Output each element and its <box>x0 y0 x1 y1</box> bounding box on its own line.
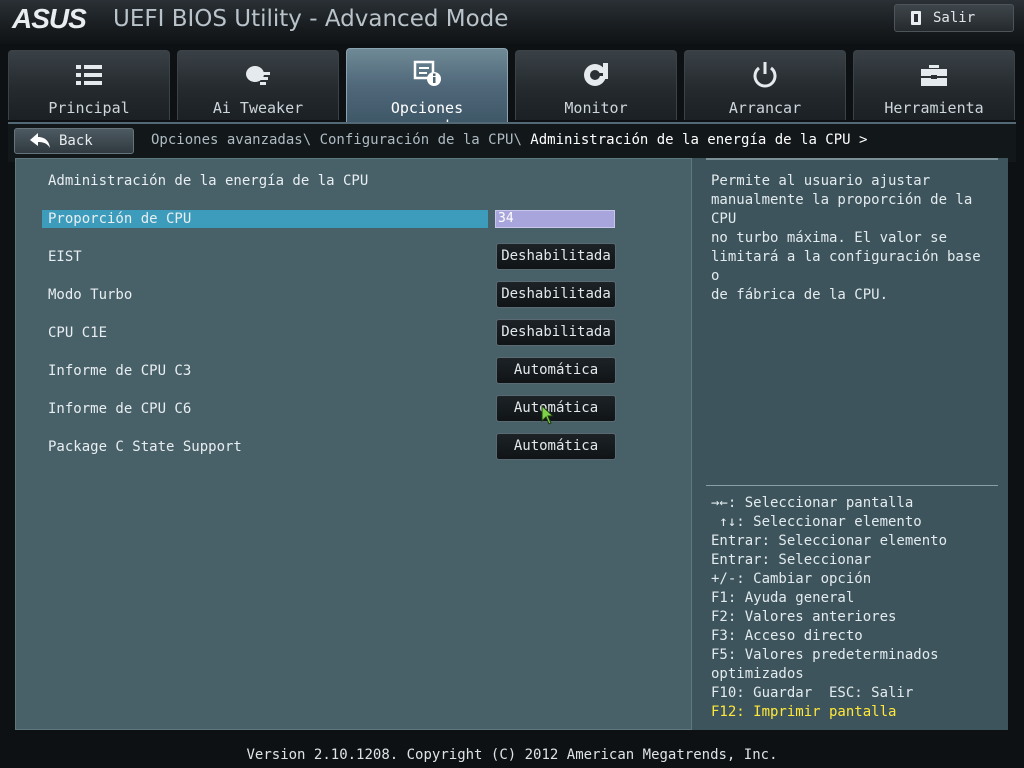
setting-label: Proporción de CPU <box>48 211 192 227</box>
key-hint: F2: Valores anteriores <box>711 609 897 625</box>
version-footer: Version 2.10.1208. Copyright (C) 2012 Am… <box>246 747 778 763</box>
setting-label: CPU C1E <box>48 325 108 341</box>
toolbox-icon <box>854 60 1014 90</box>
key-legend: →←: Seleccionar pantalla ↑↓: Seleccionar… <box>711 494 1001 722</box>
setting-label: Informe de CPU C6 <box>48 401 192 417</box>
back-label: Back <box>59 133 93 149</box>
setting-label: Informe de CPU C3 <box>48 363 192 379</box>
setting-label: EIST <box>48 249 82 265</box>
mouse-pointer-icon <box>541 405 553 425</box>
tab-arrancar[interactable]: Arrancar <box>684 50 846 120</box>
key-hint: Entrar: Seleccionar <box>711 552 872 568</box>
key-hint: F10: Guardar ESC: Salir <box>711 685 914 701</box>
advanced-info-icon <box>347 58 507 88</box>
key-hint: F3: Acceso directo <box>711 628 863 644</box>
tab-label: Herramienta <box>884 99 984 117</box>
navigation-bar: Back Opciones avanzadas\ Configuración d… <box>8 122 1016 162</box>
tweaker-icon <box>178 60 338 90</box>
divider <box>706 158 998 160</box>
tab-principal[interactable]: Principal <box>8 50 170 120</box>
eist-value-button[interactable]: Deshabilitada <box>496 243 616 270</box>
divider <box>706 485 998 486</box>
setting-row-cpu-c6-report[interactable]: Informe de CPU C6 Automática <box>40 395 660 422</box>
list-icon <box>9 60 169 90</box>
key-hint-print-screen: F12: Imprimir pantalla <box>711 704 897 720</box>
tab-label: Arrancar <box>728 99 802 117</box>
title-bar: ASUS UEFI BIOS Utility - Advanced Mode S… <box>0 0 1024 44</box>
main-tabs: Principal Ai Tweaker Opciones avanzadas … <box>0 48 1024 135</box>
power-icon <box>685 60 845 90</box>
cpu-c3-value-button[interactable]: Automática <box>496 357 616 384</box>
back-button[interactable]: Back <box>14 128 134 154</box>
setting-row-eist[interactable]: EIST Deshabilitada <box>40 243 660 270</box>
tab-label: Ai Tweaker <box>212 99 304 117</box>
asus-logo: ASUS <box>12 3 87 34</box>
setting-row-cpu-c1e[interactable]: CPU C1E Deshabilitada <box>40 319 660 346</box>
back-arrow-icon <box>30 133 50 148</box>
cpu-c1e-value-button[interactable]: Deshabilitada <box>496 319 616 346</box>
help-description: Permite al usuario ajustar manualmente l… <box>711 173 981 303</box>
tab-label: Principal <box>48 99 130 117</box>
setting-row-proporcion-cpu[interactable]: Proporción de CPU 34 <box>40 208 660 230</box>
setting-row-package-c-state[interactable]: Package C State Support Automática <box>40 433 660 460</box>
setting-label: Package C State Support <box>48 439 242 455</box>
cpu-c6-value-button[interactable]: Automática <box>496 395 616 422</box>
key-hint: +/-: Cambiar opción <box>711 571 872 587</box>
key-hint: →←: Seleccionar pantalla <box>711 495 914 511</box>
key-hint: F5: Valores predeterminados <box>711 647 939 663</box>
tab-label: Monitor <box>564 99 628 117</box>
breadcrumb-item-current: Administración de la energía de la CPU > <box>530 132 868 148</box>
exit-label: Salir <box>933 10 976 26</box>
turbo-mode-value-button[interactable]: Deshabilitada <box>496 281 616 308</box>
exit-door-icon <box>911 11 921 25</box>
setting-row-cpu-c3-report[interactable]: Informe de CPU C3 Automática <box>40 357 660 384</box>
breadcrumb: Opciones avanzadas\ Configuración de la … <box>151 132 867 148</box>
tab-opciones-avanzadas[interactable]: Opciones avanzadas <box>346 48 508 135</box>
setting-row-modo-turbo[interactable]: Modo Turbo Deshabilitada <box>40 281 660 308</box>
key-hint: Entrar: Seleccionar elemento <box>711 533 948 549</box>
settings-panel: Administración de la energía de la CPU P… <box>15 158 692 730</box>
setting-label: Modo Turbo <box>48 287 133 303</box>
exit-button[interactable]: Salir <box>894 4 1014 32</box>
key-hint: optimizados <box>711 666 804 682</box>
key-hint: F1: Ayuda general <box>711 590 855 606</box>
tab-monitor[interactable]: Monitor <box>515 50 677 120</box>
tab-herramienta[interactable]: Herramienta <box>853 50 1015 120</box>
breadcrumb-item-configuracion-cpu[interactable]: Configuración de la CPU\ <box>320 132 531 148</box>
help-panel: Permite al usuario ajustar manualmente l… <box>692 158 1008 730</box>
breadcrumb-item-opciones-avanzadas[interactable]: Opciones avanzadas\ <box>151 132 320 148</box>
tab-ai-tweaker[interactable]: Ai Tweaker <box>177 50 339 120</box>
monitor-gauge-icon <box>516 60 676 90</box>
cpu-ratio-input[interactable]: 34 <box>495 210 615 228</box>
key-hint: ↑↓: Seleccionar elemento <box>711 514 922 530</box>
package-c-state-value-button[interactable]: Automática <box>496 433 616 460</box>
app-title: UEFI BIOS Utility - Advanced Mode <box>113 6 509 32</box>
section-title: Administración de la energía de la CPU <box>48 173 369 189</box>
